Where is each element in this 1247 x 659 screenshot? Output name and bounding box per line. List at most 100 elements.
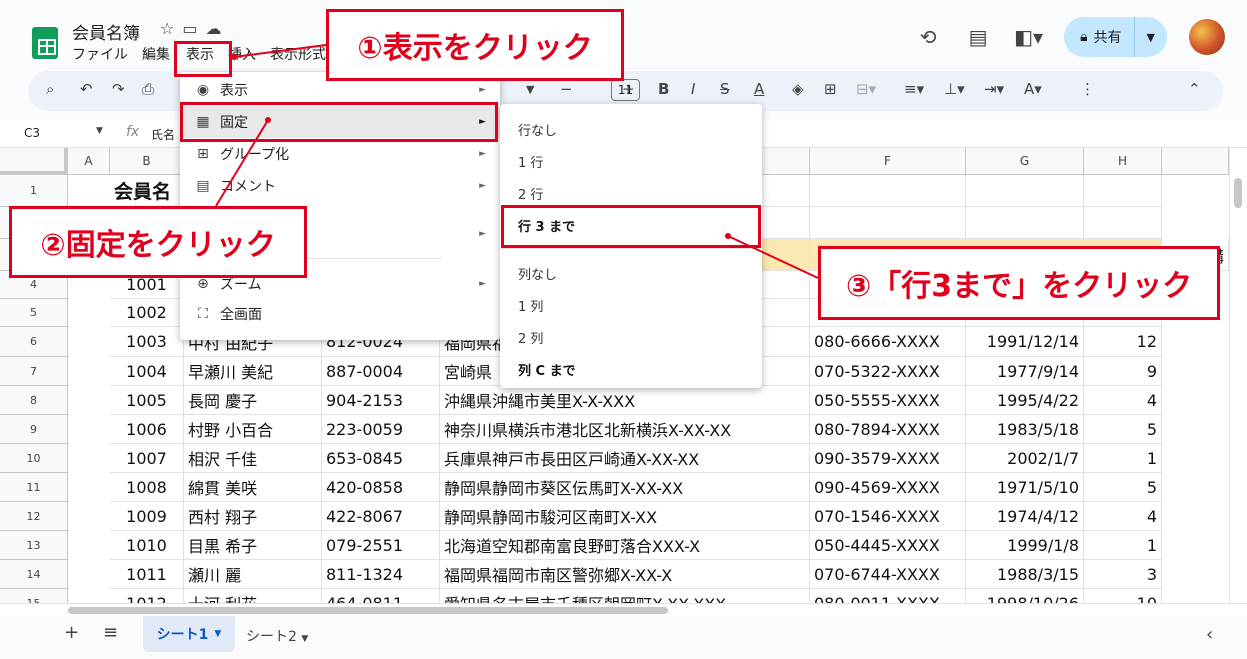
phone-cell[interactable]: 090-4569-XXXX bbox=[810, 473, 966, 502]
bold-icon[interactable]: B bbox=[658, 80, 669, 98]
view-menu-item-fullscreen[interactable]: ⛶ 全画面 bbox=[180, 298, 500, 330]
freeze-item-2-columns[interactable]: 2 列 bbox=[518, 328, 543, 347]
row-header-5[interactable]: 5 bbox=[0, 299, 68, 327]
birthdate-cell[interactable]: 1974/4/12 bbox=[966, 502, 1084, 531]
phone-cell[interactable]: 070-1546-XXXX bbox=[810, 502, 966, 531]
grid-cell[interactable] bbox=[1084, 207, 1162, 239]
formula-input[interactable]: 氏名 bbox=[151, 126, 175, 143]
print-icon[interactable]: ⎙ bbox=[142, 80, 154, 98]
row-header-12[interactable]: 12 bbox=[0, 502, 68, 531]
borders-icon[interactable]: ⊞ bbox=[824, 80, 837, 98]
row-header-1[interactable]: 1 bbox=[0, 175, 68, 207]
count-cell[interactable]: 5 bbox=[1084, 473, 1162, 502]
grid-cell[interactable] bbox=[1084, 175, 1162, 207]
horizontal-scrollbar[interactable] bbox=[0, 603, 1247, 616]
member-id-cell[interactable]: 1012 bbox=[110, 589, 184, 603]
member-id-cell[interactable]: 1007 bbox=[110, 444, 184, 473]
document-title[interactable]: 会員名簿 bbox=[72, 19, 140, 44]
horizontal-scroll-thumb[interactable] bbox=[68, 607, 668, 614]
address-cell[interactable]: 兵庫県神戸市長田区戸崎通X-XX-XX bbox=[440, 444, 810, 473]
rotate-icon[interactable]: A▾ bbox=[1024, 80, 1042, 98]
zip-cell[interactable]: 223-0059 bbox=[322, 415, 440, 444]
phone-cell[interactable]: 050-5555-XXXX bbox=[810, 386, 966, 415]
history-icon[interactable]: ⟲ bbox=[914, 25, 942, 49]
birthdate-cell[interactable]: 1983/5/18 bbox=[966, 415, 1084, 444]
row-header-9[interactable]: 9 bbox=[0, 415, 68, 444]
text-color-icon[interactable]: A bbox=[754, 80, 764, 98]
zip-cell[interactable]: 422-8067 bbox=[322, 502, 440, 531]
menu-format[interactable]: 表示形式 bbox=[270, 44, 326, 64]
grid-cell[interactable] bbox=[966, 207, 1084, 239]
cloud-icon[interactable]: ☁ bbox=[205, 19, 229, 38]
folder-icon[interactable]: ▭ bbox=[182, 19, 205, 38]
member-name-cell[interactable]: 目黒 希子 bbox=[184, 531, 322, 560]
grid-cell[interactable] bbox=[966, 175, 1084, 207]
member-name-cell[interactable]: 相沢 千佳 bbox=[184, 444, 322, 473]
zip-cell[interactable]: 079-2551 bbox=[322, 531, 440, 560]
member-id-cell[interactable]: 1008 bbox=[110, 473, 184, 502]
all-sheets-icon[interactable]: ≡ bbox=[103, 622, 118, 643]
sheets-logo-icon[interactable] bbox=[32, 27, 58, 59]
italic-icon[interactable]: I bbox=[691, 80, 695, 98]
member-id-cell[interactable]: 1004 bbox=[110, 357, 184, 386]
count-cell[interactable]: 9 bbox=[1084, 357, 1162, 386]
birthdate-cell[interactable]: 1971/5/10 bbox=[966, 473, 1084, 502]
member-name-cell[interactable]: 長岡 慶子 bbox=[184, 386, 322, 415]
font-dropdown-icon[interactable]: ▼ bbox=[526, 83, 534, 96]
menu-insert[interactable]: 挿入 bbox=[228, 44, 256, 64]
column-header-a[interactable]: A bbox=[68, 148, 110, 175]
member-name-cell[interactable]: 綿貫 美咲 bbox=[184, 473, 322, 502]
phone-cell[interactable]: 080-7894-XXXX bbox=[810, 415, 966, 444]
freeze-item-no-columns[interactable]: 列なし bbox=[518, 264, 557, 283]
member-name-cell[interactable]: 瀬川 麗 bbox=[184, 560, 322, 589]
more-icon[interactable]: ⋮ bbox=[1080, 80, 1095, 98]
tab-sheet1[interactable]: シート1 ▼ bbox=[143, 616, 235, 652]
member-name-cell[interactable]: 早瀬川 美紀 bbox=[184, 357, 322, 386]
member-id-cell[interactable]: 1006 bbox=[110, 415, 184, 444]
freeze-item-1-column[interactable]: 1 列 bbox=[518, 296, 543, 315]
freeze-item-up-to-column-c[interactable]: 列 C まで bbox=[518, 360, 576, 379]
count-cell[interactable]: 3 bbox=[1084, 560, 1162, 589]
address-cell[interactable]: 静岡県静岡市葵区伝馬町X-XX-XX bbox=[440, 473, 810, 502]
birthdate-cell[interactable]: 1995/4/22 bbox=[966, 386, 1084, 415]
count-cell[interactable]: 10 bbox=[1084, 589, 1162, 603]
member-name-cell[interactable]: 村野 小百合 bbox=[184, 415, 322, 444]
birthdate-cell[interactable]: 1998/10/26 bbox=[966, 589, 1084, 603]
strikethrough-icon[interactable]: S bbox=[720, 80, 730, 98]
collapse-toolbar-icon[interactable]: ⌃ bbox=[1188, 80, 1201, 98]
share-button[interactable]: 🔒︎ 共有 ▼ bbox=[1064, 17, 1167, 57]
tab-sheet1-dropdown-icon[interactable]: ▼ bbox=[214, 629, 221, 639]
name-box-dropdown-icon[interactable]: ▼ bbox=[96, 126, 103, 136]
column-header-b[interactable]: B bbox=[110, 148, 184, 175]
column-header-g[interactable]: G bbox=[966, 148, 1084, 175]
birthdate-cell[interactable]: 1991/12/14 bbox=[966, 327, 1084, 357]
address-cell[interactable]: 北海道空知郡南富良野町落合XXX-X bbox=[440, 531, 810, 560]
menu-file[interactable]: ファイル bbox=[72, 44, 128, 64]
row-header-10[interactable]: 10 bbox=[0, 444, 68, 473]
zip-cell[interactable]: 464-0811 bbox=[322, 589, 440, 603]
star-icon[interactable]: ☆ bbox=[160, 19, 182, 38]
count-cell[interactable]: 1 bbox=[1084, 531, 1162, 560]
font-size-decrease-icon[interactable]: − bbox=[560, 80, 573, 98]
view-menu-item-group[interactable]: ⊞ グループ化 ► bbox=[180, 138, 500, 170]
vertical-scrollbar[interactable] bbox=[1229, 148, 1247, 603]
phone-cell[interactable]: 050-4445-XXXX bbox=[810, 531, 966, 560]
member-id-cell[interactable]: 1011 bbox=[110, 560, 184, 589]
count-cell[interactable]: 12 bbox=[1084, 327, 1162, 357]
row-header-7[interactable]: 7 bbox=[0, 357, 68, 386]
member-id-cell[interactable]: 1002 bbox=[110, 299, 184, 327]
phone-cell[interactable]: 080-0011-XXXX bbox=[810, 589, 966, 603]
tab-sheet2[interactable]: シート2 ▼ bbox=[246, 626, 308, 646]
align-icon[interactable]: ≡▾ bbox=[904, 80, 924, 98]
row-header-6[interactable]: 6 bbox=[0, 327, 68, 357]
member-id-cell[interactable]: 1009 bbox=[110, 502, 184, 531]
meet-icon[interactable]: ◧▾ bbox=[1014, 25, 1043, 49]
font-size-increase-icon[interactable]: + bbox=[622, 80, 635, 98]
zip-cell[interactable]: 904-2153 bbox=[322, 386, 440, 415]
menu-edit[interactable]: 編集 bbox=[142, 44, 170, 64]
birthdate-cell[interactable]: 1977/9/14 bbox=[966, 357, 1084, 386]
birthdate-cell[interactable]: 2002/1/7 bbox=[966, 444, 1084, 473]
comment-icon[interactable]: ▤ bbox=[964, 25, 992, 49]
address-cell[interactable]: 静岡県静岡市駿河区南町X-XX bbox=[440, 502, 810, 531]
birthdate-cell[interactable]: 1999/1/8 bbox=[966, 531, 1084, 560]
